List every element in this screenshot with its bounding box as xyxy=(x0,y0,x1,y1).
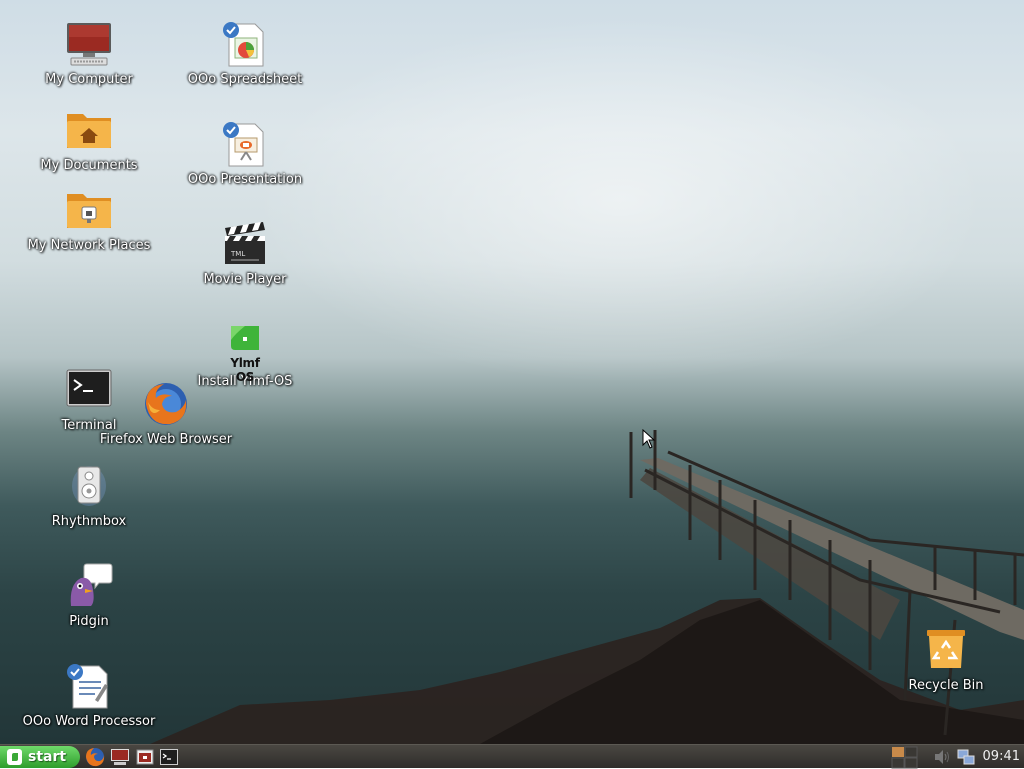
desktop-icon-my-network-places[interactable]: My Network Places xyxy=(14,186,164,253)
desktop-icon-firefox[interactable]: Firefox Web Browser xyxy=(91,380,241,447)
quicklaunch-firefox-icon[interactable] xyxy=(85,747,105,767)
desktop-icon-movie-player[interactable]: TML Movie Player xyxy=(170,220,320,287)
desktop-icon-ooo-presentation[interactable]: OOo Presentation xyxy=(170,120,320,187)
firefox-icon xyxy=(142,380,190,428)
rhythmbox-label: Rhythmbox xyxy=(51,514,127,529)
clapperboard-icon: TML xyxy=(221,220,269,268)
firefox-label: Firefox Web Browser xyxy=(99,432,233,447)
desktop-icon-my-documents[interactable]: My Documents xyxy=(14,106,164,173)
start-logo-icon xyxy=(7,749,22,765)
workspace-switcher-icon[interactable] xyxy=(891,745,919,769)
my-computer-label: My Computer xyxy=(45,72,133,87)
mouse-pointer-icon xyxy=(642,429,656,449)
taskbar: start 09:41 xyxy=(0,744,1024,769)
desktop-icon-ooo-word-processor[interactable]: OOo Word Processor xyxy=(14,662,164,729)
quicklaunch-app-icon[interactable] xyxy=(135,747,155,767)
speaker-icon xyxy=(65,462,113,510)
desktop[interactable]: My Computer My Documents My Network Plac… xyxy=(0,0,1024,744)
volume-icon[interactable] xyxy=(932,745,952,769)
desktop-icon-recycle-bin[interactable]: Recycle Bin xyxy=(871,626,1021,693)
computer-icon xyxy=(65,20,113,68)
recycle-bin-label: Recycle Bin xyxy=(908,678,984,693)
svg-text:TML: TML xyxy=(230,250,245,258)
start-button[interactable]: start xyxy=(0,746,80,768)
desktop-icon-install-ylmf-os[interactable]: Ylmf OS Install Ylmf-OS xyxy=(170,322,320,389)
spreadsheet-icon xyxy=(221,20,269,68)
my-network-places-label: My Network Places xyxy=(27,238,151,253)
pidgin-label: Pidgin xyxy=(69,614,109,629)
recycle-bin-icon xyxy=(922,626,970,674)
ooo-presentation-label: OOo Presentation xyxy=(187,172,303,187)
quicklaunch-computer-icon[interactable] xyxy=(110,747,130,767)
my-documents-label: My Documents xyxy=(40,158,138,173)
network-icon[interactable] xyxy=(956,745,976,769)
pidgin-icon xyxy=(65,562,113,610)
ooo-spreadsheet-label: OOo Spreadsheet xyxy=(187,72,303,87)
word-document-icon xyxy=(65,662,113,710)
desktop-icon-rhythmbox[interactable]: Rhythmbox xyxy=(14,462,164,529)
desktop-icon-my-computer[interactable]: My Computer xyxy=(14,20,164,87)
ylmf-os-icon: Ylmf OS xyxy=(221,322,269,384)
movie-player-label: Movie Player xyxy=(203,272,287,287)
start-button-label: start xyxy=(28,749,67,765)
home-folder-icon xyxy=(65,106,113,154)
desktop-icon-pidgin[interactable]: Pidgin xyxy=(14,562,164,629)
ooo-word-label: OOo Word Processor xyxy=(22,714,156,729)
presentation-icon xyxy=(221,120,269,168)
quicklaunch-terminal-icon[interactable] xyxy=(159,747,179,767)
network-folder-icon xyxy=(65,186,113,234)
clock[interactable]: 09:41 xyxy=(983,745,1020,769)
desktop-icon-ooo-spreadsheet[interactable]: OOo Spreadsheet xyxy=(170,20,320,87)
